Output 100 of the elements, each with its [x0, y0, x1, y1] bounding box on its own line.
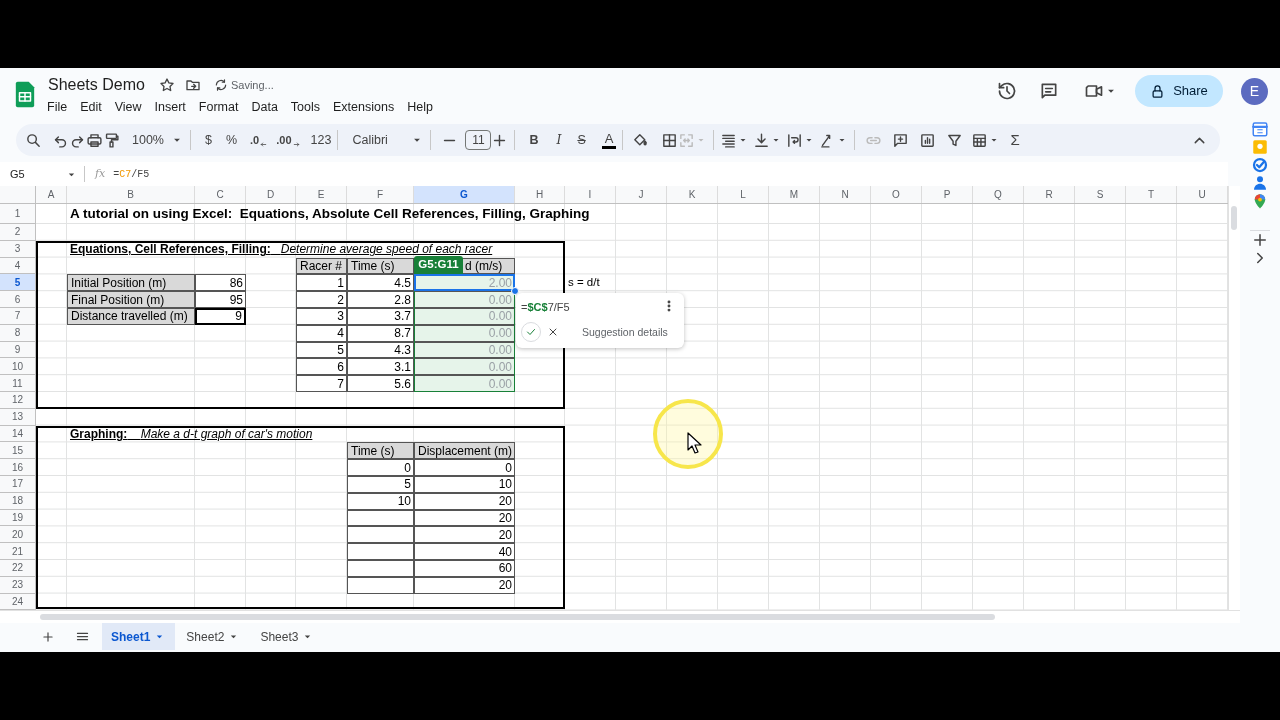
paint-format-icon[interactable]	[103, 131, 120, 149]
chart-icon[interactable]	[919, 131, 937, 149]
column-header[interactable]: H	[515, 186, 565, 203]
table-cell: 5.6	[347, 375, 414, 392]
column-header[interactable]: N	[820, 186, 871, 203]
column-header[interactable]: Q	[973, 186, 1024, 203]
contacts-icon[interactable]	[1251, 174, 1269, 192]
text-wrap-icon	[786, 131, 804, 149]
add-icon[interactable]	[1251, 231, 1269, 249]
column-header[interactable]: I	[565, 186, 616, 203]
menu-item[interactable]: Format	[198, 97, 239, 117]
print-icon[interactable]	[86, 131, 103, 149]
suggested-formula[interactable]: =$C$7/F5	[521, 299, 570, 316]
calendar-icon[interactable]	[1251, 120, 1269, 138]
column-header[interactable]: J	[616, 186, 667, 203]
italic-button[interactable]: I	[556, 130, 562, 150]
save-status: Saving...	[230, 77, 274, 93]
table-cell: 4.5	[347, 274, 414, 292]
column-header[interactable]: C	[195, 186, 246, 203]
menu-item[interactable]: Data	[251, 97, 278, 117]
table-cell: 0	[347, 459, 414, 476]
sheets-logo-icon[interactable]	[14, 80, 36, 109]
table-cell: 7	[296, 375, 347, 392]
percent-format-button[interactable]: %	[225, 130, 238, 150]
formula-field[interactable]: =C7/F5	[113, 166, 150, 182]
column-header[interactable]: P	[922, 186, 973, 203]
sheet-tab[interactable]: Sheet2	[177, 623, 250, 651]
table-cell: 20	[414, 526, 515, 544]
suggestion-details-link[interactable]: Suggestion details	[582, 325, 668, 341]
column-header[interactable]: R	[1024, 186, 1075, 203]
column-header[interactable]: G	[414, 186, 515, 203]
menu-item[interactable]: View	[114, 97, 142, 117]
column-header[interactable]: O	[871, 186, 922, 203]
bold-button[interactable]: B	[529, 130, 539, 150]
range-badge: G5:G11	[414, 255, 463, 274]
row-header[interactable]: 10	[0, 358, 36, 376]
column-header[interactable]: A	[36, 186, 67, 203]
document-title[interactable]: Sheets Demo	[48, 73, 145, 97]
menu-item[interactable]: Edit	[80, 97, 102, 117]
menu-item[interactable]: Tools	[290, 97, 321, 117]
increase-decimals-button[interactable]: .00	[276, 131, 301, 149]
table-cell: 2	[296, 291, 347, 308]
table-cell	[347, 543, 414, 560]
column-header[interactable]: T	[1126, 186, 1177, 203]
row-header[interactable]: 1	[0, 204, 36, 224]
menu-item[interactable]: Extensions	[333, 97, 395, 117]
column-header[interactable]: L	[718, 186, 769, 203]
menu-item[interactable]: Insert	[154, 97, 186, 117]
cell-text: s = d/t	[567, 275, 600, 291]
share-button[interactable]: Share	[1135, 75, 1223, 107]
sheet-tab[interactable]: Sheet1	[102, 623, 176, 651]
row-header[interactable]: 15	[0, 442, 36, 460]
column-header[interactable]: K	[667, 186, 718, 203]
row-header[interactable]: 20	[0, 526, 36, 544]
left-arrow-icon	[259, 139, 269, 149]
column-header[interactable]: E	[296, 186, 347, 203]
column-header[interactable]: D	[246, 186, 296, 203]
currency-format-button[interactable]: $	[205, 130, 212, 150]
zoom-dropdown[interactable]: 100%	[132, 130, 184, 150]
column-header[interactable]: S	[1075, 186, 1126, 203]
strikethrough-button[interactable]: S	[577, 130, 586, 150]
font-size-field[interactable]: 11	[465, 130, 492, 150]
move-folder-icon[interactable]	[184, 77, 201, 93]
add-comment-icon[interactable]	[892, 131, 910, 149]
row-header[interactable]: 2	[0, 224, 36, 241]
star-icon[interactable]	[158, 77, 175, 93]
row-header[interactable]: 5	[0, 274, 36, 292]
scrollbar-thumb[interactable]	[40, 614, 995, 621]
table-cell: 1	[296, 274, 347, 292]
functions-button[interactable]: Σ	[1010, 128, 1020, 152]
scrollbar-thumb[interactable]	[1231, 206, 1237, 230]
table-cell: 0.00	[414, 291, 515, 308]
row-header[interactable]: 6	[0, 291, 36, 308]
menu-item[interactable]: Help	[407, 97, 433, 117]
table-cell: Final Position (m)	[67, 291, 195, 308]
tasks-icon[interactable]	[1251, 156, 1269, 174]
menu-item[interactable]: File	[47, 97, 68, 117]
column-header[interactable]: M	[769, 186, 820, 203]
fill-handle[interactable]	[511, 287, 519, 296]
comment-icon[interactable]	[1039, 81, 1059, 101]
row-header[interactable]: 21	[0, 543, 36, 560]
name-box[interactable]: G5	[0, 162, 80, 186]
column-header[interactable]: B	[67, 186, 195, 203]
search-icon[interactable]	[25, 131, 42, 149]
horizontal-scrollbar[interactable]	[0, 610, 1240, 624]
borders-icon[interactable]	[661, 131, 679, 149]
table-icon	[971, 131, 989, 149]
text-color-button[interactable]: A	[601, 131, 617, 149]
vertical-scrollbar[interactable]	[1228, 186, 1240, 611]
add-sheet-icon[interactable]	[41, 629, 55, 644]
font-dropdown[interactable]: Calibri	[352, 130, 425, 150]
row-header[interactable]: 11	[0, 375, 36, 392]
number-format-button[interactable]: 123	[310, 130, 332, 150]
table-cell: 6	[296, 358, 347, 376]
row-header[interactable]: 16	[0, 459, 36, 476]
history-icon[interactable]	[997, 81, 1017, 101]
sheet-tab[interactable]: Sheet3	[251, 623, 324, 651]
decrease-decimals-button[interactable]: .0	[250, 131, 269, 149]
vertical-align-icon	[753, 131, 771, 149]
avatar[interactable]: E	[1241, 77, 1268, 105]
